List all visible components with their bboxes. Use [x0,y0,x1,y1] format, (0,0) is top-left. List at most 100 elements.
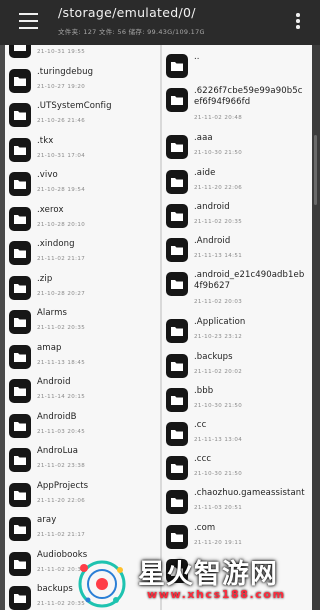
file-name: amap [37,342,62,353]
file-row[interactable]: .. [162,49,312,83]
file-row[interactable]: .aide 21-11-20 22:06 [162,165,312,199]
file-row[interactable]: .Application 21-10-23 23:12 [162,314,312,348]
file-date: 21-11-02 21:17 [37,256,86,262]
file-date: 21-10-23 23:12 [194,334,243,341]
watermark-title: 星火智游网 [138,559,278,590]
file-name: .Android [194,236,231,246]
file-name: .android [194,201,230,212]
file-name: .backups [194,351,233,362]
folder-icon [9,551,31,576]
file-name: .aide [194,167,216,178]
folder-icon [166,54,188,78]
file-row[interactable]: .Android 21-11-13 14:51 [162,233,312,267]
file-row[interactable]: .ccc 21-10-30 21:50 [162,451,312,485]
folder-icon [9,45,31,58]
file-date: 21-10-31 17:04 [37,152,86,159]
file-row[interactable]: AndroLua 21-11-02 23:38 [5,443,160,477]
file-date: 21-11-13 14:51 [194,253,243,259]
watermark-url: www.xhcs188.com [147,588,286,601]
right-file-pane[interactable]: .. .6226f7cbe59e99a90b5cef6f94f966fd 21-11… [162,45,312,610]
file-name: .cc [194,420,207,430]
file-row[interactable]: .tkx 21-10-31 17:04 [5,133,160,167]
file-row[interactable]: .backups 21-11-02 20:02 [162,349,312,383]
file-row[interactable]: Android 21-11-14 20:15 [5,374,160,408]
file-date: 21-11-20 19:11 [194,539,243,546]
file-row[interactable]: .android 21-11-02 20:35 [162,199,312,233]
file-name: .ccc [194,454,212,465]
file-date: 21-10-28 20:10 [37,221,86,228]
scrollbar-track[interactable] [312,45,320,610]
file-row[interactable]: .zip 21-10-28 20:27 [5,271,160,305]
file-row[interactable]: .cc 21-11-13 13:04 [162,417,312,451]
storage-summary: 文件夹: 127 文件: 56 储存: 99.43G/109.17G [58,28,205,36]
file-row[interactable]: Alarms 21-11-02 20:35 [5,305,160,339]
file-row[interactable]: .UTSystemConfig 21-10-26 21:46 [5,98,160,132]
file-name: aray [37,515,57,525]
file-row[interactable]: aray 21-11-02 21:17 [5,512,160,546]
folder-icon [166,422,188,446]
scrollbar-thumb[interactable] [314,135,317,205]
folder-icon [9,68,31,93]
folder-icon [9,413,31,438]
file-date: 21-11-20 22:06 [37,497,86,504]
file-row[interactable]: .xindong 21-11-02 21:17 [5,236,160,270]
folder-icon [9,137,31,162]
folder-icon [166,353,188,378]
file-date: 21-11-13 13:04 [194,437,243,443]
file-name: .UTSystemConfig [37,101,112,111]
file-row[interactable]: .android_e21c490adb1eb4f9b627 21-11-02 20… [162,267,312,305]
file-row[interactable]: 21-10-31 19:55 [5,45,160,63]
file-date: 21-10-30 21:50 [194,402,243,409]
file-row[interactable]: .vivo 21-10-28 19:54 [5,167,160,201]
folder-icon [166,319,188,344]
file-date: 21-11-03 20:51 [194,505,243,512]
file-name: .chaozhuo.gameassistant [194,488,305,499]
more-vertical-icon[interactable] [296,13,300,29]
left-file-pane[interactable]: 21-10-31 19:55 .turingdebug 21-10-27 19:20… [5,45,160,610]
file-date: 21-11-02 20:02 [194,368,243,375]
file-name: .6226f7cbe59e99a90b5cef6f94f966fd [194,86,303,108]
file-row[interactable]: amap 21-11-13 18:45 [5,340,160,374]
file-row[interactable]: .turingdebug 21-10-27 19:20 [5,64,160,98]
file-row[interactable]: .aaa 21-10-30 21:50 [162,130,312,164]
file-name: .tkx [37,135,54,146]
file-name: .bbb [194,385,214,396]
file-date: 21-10-27 19:20 [37,83,86,90]
watermark-logo-icon [78,560,126,608]
folder-icon [166,272,188,297]
file-row[interactable]: .bbb 21-10-30 21:50 [162,383,312,417]
file-name: Alarms [37,308,68,318]
folder-icon [9,206,31,231]
folder-icon [9,482,31,507]
file-name: Android [37,377,71,387]
file-name: .xerox [37,204,64,215]
file-row[interactable]: AppProjects 21-11-20 22:06 [5,478,160,512]
file-name: .com [194,522,216,533]
file-row[interactable]: .chaozhuo.gameassistant 21-11-03 20:51 [162,485,312,519]
file-date: 21-11-02 23:38 [37,463,86,469]
file-row[interactable]: .xerox 21-10-28 20:10 [5,202,160,236]
file-name: AndroLua [37,446,79,456]
file-row[interactable]: .6226f7cbe59e99a90b5cef6f94f966fd 21-11-0… [162,83,312,121]
file-date: 21-11-14 20:15 [37,394,86,400]
folder-icon [166,88,188,113]
file-date: 21-11-02 20:35 [37,325,86,331]
file-date: 21-10-30 21:50 [194,471,243,478]
folder-icon [166,169,188,194]
folder-icon [9,241,31,265]
folder-icon [9,448,31,472]
folder-icon [166,238,188,262]
hamburger-menu-icon[interactable] [19,13,38,29]
folder-icon [9,275,31,300]
file-row[interactable]: AndroidB 21-11-03 20:45 [5,409,160,443]
file-date: 21-11-03 20:45 [37,428,86,435]
file-date: 21-10-31 19:55 [37,49,86,55]
file-name: .. [194,52,200,62]
file-date: 21-11-02 20:48 [194,115,243,122]
file-date: 21-11-02 21:17 [37,532,86,538]
file-date: 21-11-20 22:06 [194,184,243,191]
file-name: .zip [37,273,53,284]
file-name: .aaa [194,133,213,144]
folder-icon [166,524,188,549]
folder-icon [166,203,188,228]
